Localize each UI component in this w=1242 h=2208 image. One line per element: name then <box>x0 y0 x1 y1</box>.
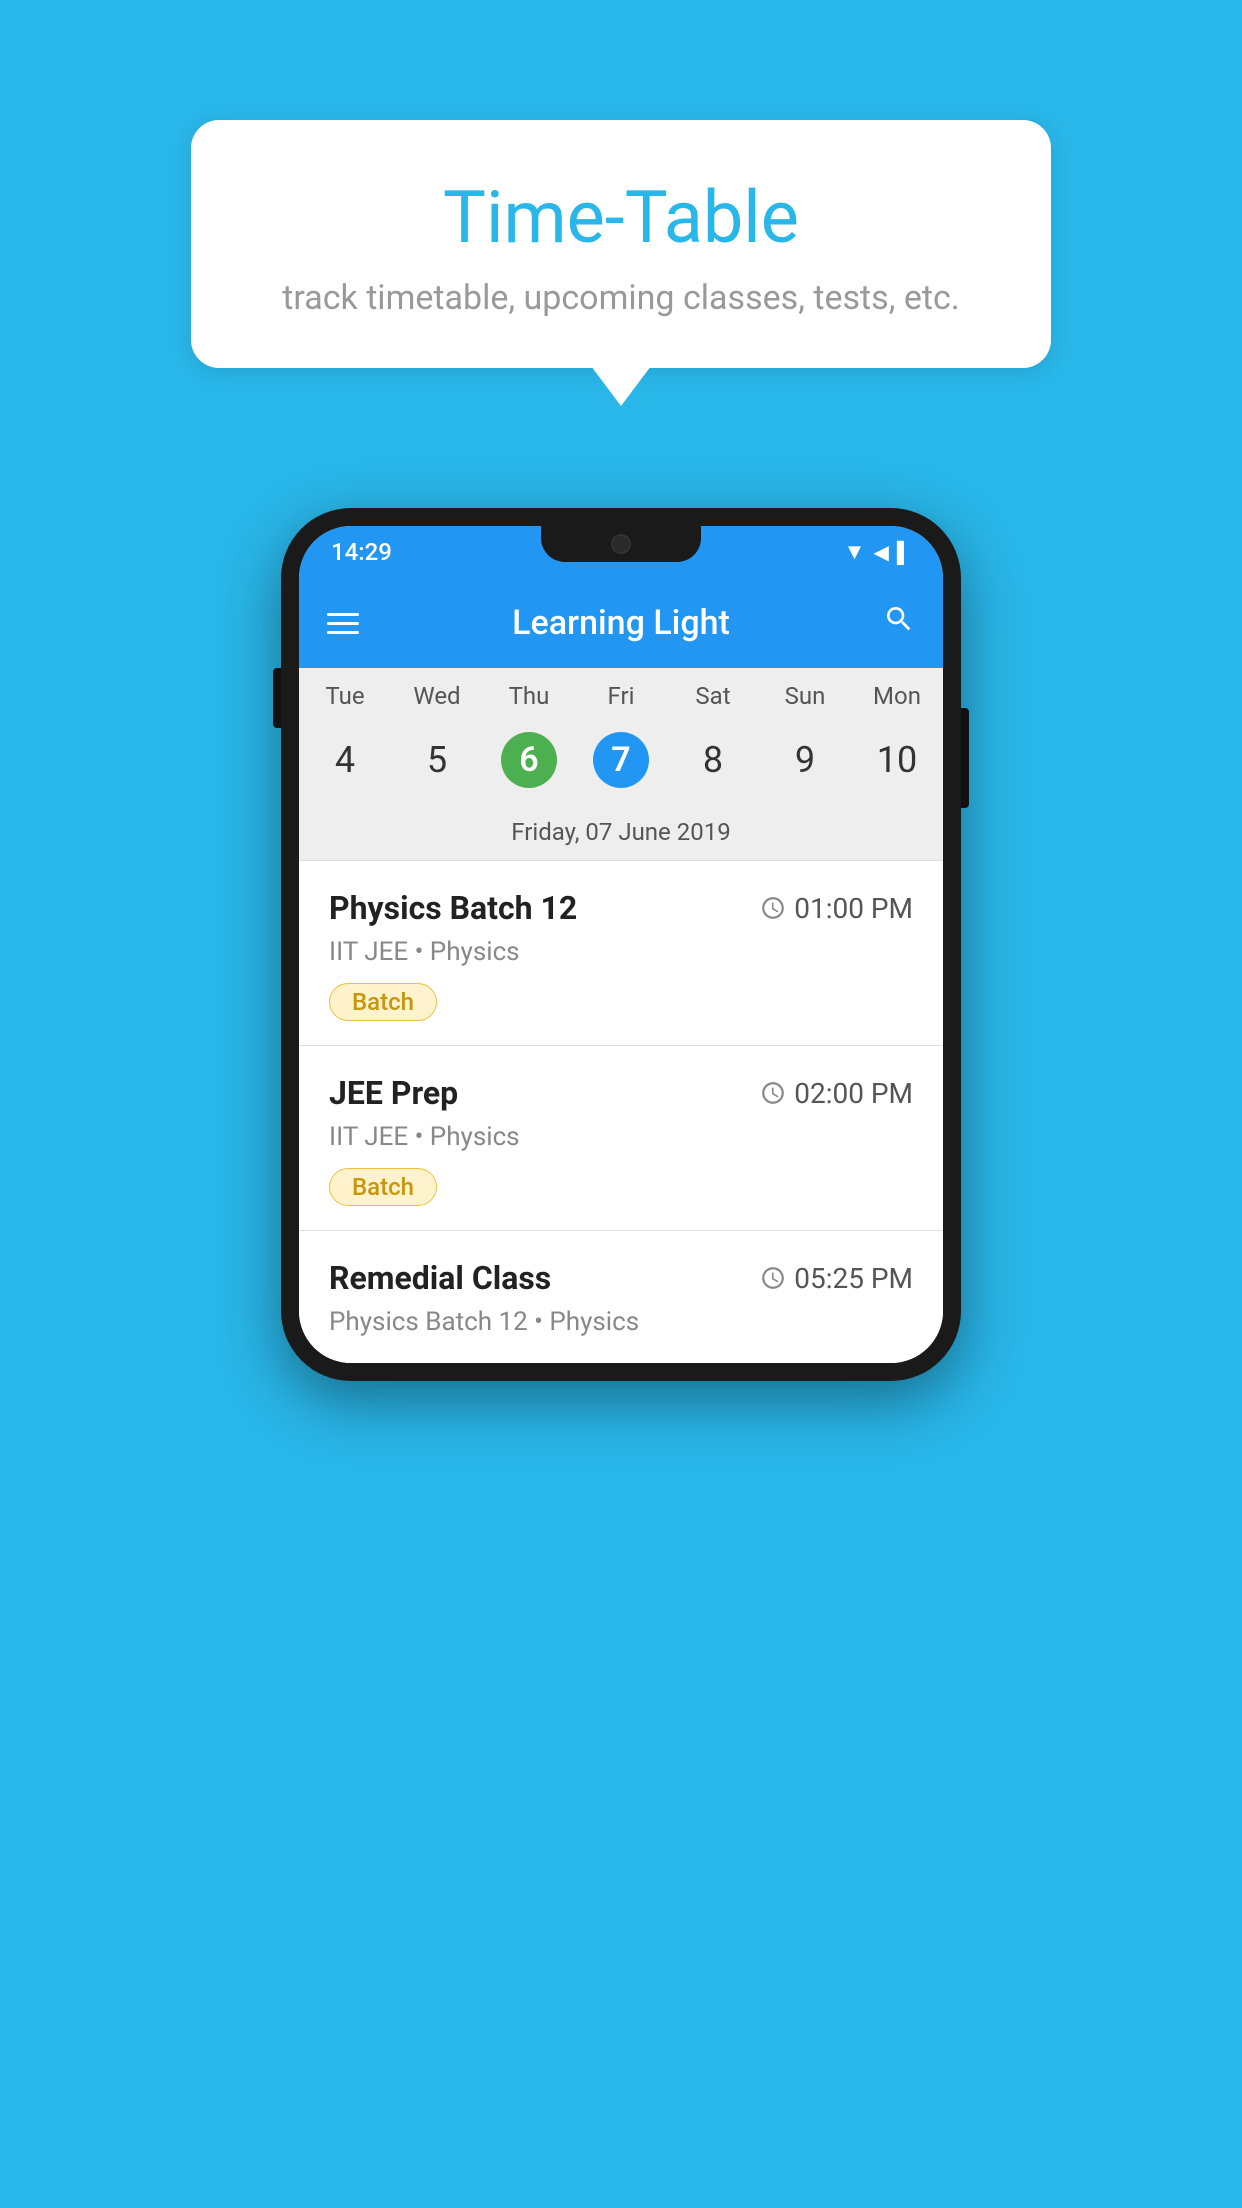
day-fri[interactable]: Fri <box>575 682 667 710</box>
dates-row: 4 5 6 7 8 9 10 <box>299 718 943 808</box>
day-tue[interactable]: Tue <box>299 682 391 710</box>
signal-icon: ◀ <box>873 540 888 564</box>
phone-screen: 14:29 ▼ ◀ ▌ Learning Light <box>299 526 943 1363</box>
hamburger-line-3 <box>327 631 359 634</box>
schedule-item-3-title: Remedial Class <box>329 1259 551 1297</box>
bubble-subtitle: track timetable, upcoming classes, tests… <box>251 278 991 318</box>
hamburger-line-2 <box>327 622 359 625</box>
day-mon[interactable]: Mon <box>851 682 943 710</box>
schedule-item-2-badge: Batch <box>329 1168 437 1206</box>
bubble-title: Time-Table <box>251 175 991 260</box>
wifi-icon: ▼ <box>844 539 866 565</box>
schedule-item-2-header: JEE Prep 02:00 PM <box>329 1074 913 1112</box>
schedule-list: Physics Batch 12 01:00 PM IIT JEE • Phys… <box>299 861 943 1363</box>
phone-container: 14:29 ▼ ◀ ▌ Learning Light <box>0 508 1242 1381</box>
schedule-item-2-time-text: 02:00 PM <box>794 1077 913 1110</box>
days-row: Tue Wed Thu Fri Sat Sun Mon <box>299 668 943 718</box>
schedule-item-1[interactable]: Physics Batch 12 01:00 PM IIT JEE • Phys… <box>299 861 943 1046</box>
schedule-item-1-title: Physics Batch 12 <box>329 889 577 927</box>
schedule-item-1-badge: Batch <box>329 983 437 1021</box>
date-5[interactable]: 5 <box>391 726 483 794</box>
top-section: Time-Table track timetable, upcoming cla… <box>0 0 1242 428</box>
schedule-item-2-title: JEE Prep <box>329 1074 458 1112</box>
day-thu[interactable]: Thu <box>483 682 575 710</box>
schedule-item-3[interactable]: Remedial Class 05:25 PM Physics Batch 12… <box>299 1231 943 1363</box>
schedule-item-1-subtitle: IIT JEE • Physics <box>329 937 913 967</box>
phone-camera <box>611 534 631 554</box>
hamburger-line-1 <box>327 613 359 616</box>
schedule-item-3-time-text: 05:25 PM <box>794 1262 913 1295</box>
date-10[interactable]: 10 <box>851 726 943 794</box>
date-7[interactable]: 7 <box>575 726 667 794</box>
date-4[interactable]: 4 <box>299 726 391 794</box>
date-9[interactable]: 9 <box>759 726 851 794</box>
schedule-item-3-subtitle: Physics Batch 12 • Physics <box>329 1307 913 1337</box>
speech-bubble: Time-Table track timetable, upcoming cla… <box>191 120 1051 368</box>
phone-frame: 14:29 ▼ ◀ ▌ Learning Light <box>281 508 961 1381</box>
schedule-item-1-time: 01:00 PM <box>760 892 913 925</box>
clock-icon-1 <box>760 895 786 921</box>
app-bar: Learning Light <box>299 578 943 668</box>
date-selected-circle[interactable]: 7 <box>593 732 649 788</box>
schedule-item-1-header: Physics Batch 12 01:00 PM <box>329 889 913 927</box>
selected-date-label: Friday, 07 June 2019 <box>299 808 943 861</box>
schedule-item-2[interactable]: JEE Prep 02:00 PM IIT JEE • Physics Batc… <box>299 1046 943 1231</box>
schedule-item-3-time: 05:25 PM <box>760 1262 913 1295</box>
day-sat[interactable]: Sat <box>667 682 759 710</box>
search-button[interactable] <box>883 603 915 644</box>
status-icons: ▼ ◀ ▌ <box>844 539 911 565</box>
battery-icon: ▌ <box>897 540 911 565</box>
schedule-item-2-subtitle: IIT JEE • Physics <box>329 1122 913 1152</box>
clock-icon-3 <box>760 1265 786 1291</box>
day-wed[interactable]: Wed <box>391 682 483 710</box>
date-6[interactable]: 6 <box>483 726 575 794</box>
clock-icon-2 <box>760 1080 786 1106</box>
schedule-item-1-time-text: 01:00 PM <box>794 892 913 925</box>
date-today-circle[interactable]: 6 <box>501 732 557 788</box>
phone-notch <box>541 526 701 562</box>
calendar-strip: Tue Wed Thu Fri Sat Sun Mon 4 5 6 7 <box>299 668 943 861</box>
date-8[interactable]: 8 <box>667 726 759 794</box>
schedule-item-3-header: Remedial Class 05:25 PM <box>329 1259 913 1297</box>
hamburger-menu-button[interactable] <box>327 613 359 634</box>
status-time: 14:29 <box>331 538 392 566</box>
schedule-item-2-time: 02:00 PM <box>760 1077 913 1110</box>
day-sun[interactable]: Sun <box>759 682 851 710</box>
app-bar-title: Learning Light <box>383 603 859 643</box>
